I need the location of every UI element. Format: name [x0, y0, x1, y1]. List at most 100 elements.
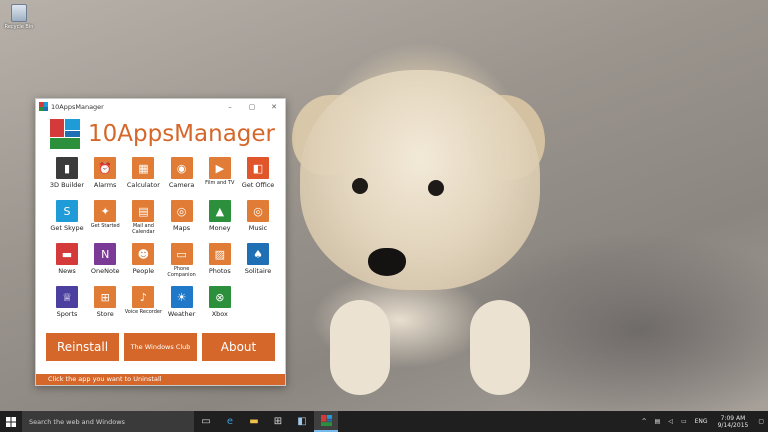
xbox-icon: ⊗: [208, 286, 231, 308]
office-icon: ◧: [247, 157, 269, 179]
trophy-icon: ♕: [56, 286, 78, 308]
app-tile-weather[interactable]: ☀ Weather: [163, 286, 201, 326]
app-tile-label: Phone Companion: [167, 266, 196, 278]
app-tile-label: Xbox: [211, 310, 228, 318]
microphone-icon: ♪: [132, 286, 155, 308]
alarm-clock-icon: ⏰: [94, 157, 117, 179]
title-bar[interactable]: 10AppsManager – ▢ ✕: [36, 99, 285, 114]
lightbulb-icon: ✦: [94, 200, 117, 222]
status-bar: Click the app you want to Uninstall: [36, 374, 285, 385]
wallpaper-dog-eye: [428, 180, 444, 196]
app-taskbar-icon[interactable]: ◧: [290, 411, 314, 432]
the-windows-club-button[interactable]: The Windows Club: [124, 333, 197, 361]
store-icon[interactable]: ⊞: [266, 411, 290, 432]
chevron-up-icon[interactable]: ^: [642, 418, 647, 425]
reinstall-button[interactable]: Reinstall: [46, 333, 119, 361]
cards-icon: ♠: [247, 243, 269, 265]
clock-date: 9/14/2015: [717, 421, 749, 429]
app-tile-get-started[interactable]: ✦ Get Started: [86, 200, 124, 240]
app-tile-money[interactable]: ▲ Money: [201, 200, 239, 240]
file-explorer-icon[interactable]: ▬: [242, 411, 266, 432]
people-icon: ☻: [132, 243, 155, 265]
app-tile-3d-builder[interactable]: ▮ 3D Builder: [48, 157, 86, 197]
onenote-icon: N: [94, 243, 117, 265]
app-tile-label: Weather: [167, 310, 196, 318]
language-indicator[interactable]: ENG: [695, 418, 708, 425]
phone-icon: ▭: [170, 243, 193, 265]
money-chart-icon: ▲: [208, 200, 231, 222]
app-tile-label: Film and TV: [205, 180, 235, 186]
network-icon[interactable]: ▤: [655, 418, 661, 425]
app-tile-sports[interactable]: ♕ Sports: [48, 286, 86, 326]
volume-icon[interactable]: ◁: [668, 418, 673, 425]
taskbar-search-box[interactable]: Search the web and Windows: [22, 411, 194, 432]
app-tile-xbox[interactable]: ⊗ Xbox: [201, 286, 239, 326]
app-tile-solitaire[interactable]: ♠ Solitaire: [239, 243, 277, 283]
app-tile-alarms[interactable]: ⏰ Alarms: [86, 157, 124, 197]
app-tile-label: Calculator: [126, 181, 160, 189]
app-tile-label: Alarms: [93, 181, 117, 189]
app-tile-people[interactable]: ☻ People: [124, 243, 162, 283]
app-title: 10AppsManager: [88, 121, 275, 147]
skype-icon: S: [56, 200, 78, 222]
app-tile-film-and-tv[interactable]: ▶ Film and TV: [201, 157, 239, 197]
windows-logo-icon: [6, 416, 16, 427]
close-button[interactable]: ✕: [263, 103, 285, 111]
app-tile-label: Money: [209, 224, 231, 232]
app-tile-music[interactable]: ◎ Music: [239, 200, 277, 240]
recycle-bin[interactable]: Recycle Bin: [4, 4, 34, 30]
app-tile-label: Store: [96, 310, 114, 318]
app-tile-store[interactable]: ⊞ Store: [86, 286, 124, 326]
clock[interactable]: 7:09 AM 9/14/2015: [718, 415, 749, 429]
camera-icon: ◉: [170, 157, 193, 179]
maximize-button[interactable]: ▢: [241, 103, 263, 111]
about-button[interactable]: About: [202, 333, 275, 361]
app-tile-onenote[interactable]: N OneNote: [86, 243, 124, 283]
store-bag-icon: ⊞: [94, 286, 117, 308]
recycle-bin-icon: [11, 4, 27, 22]
app-tile-camera[interactable]: ◉ Camera: [163, 157, 201, 197]
cube-icon: ▮: [56, 157, 78, 179]
edge-browser-icon[interactable]: e: [218, 411, 242, 432]
start-button[interactable]: [0, 411, 22, 432]
photos-icon: ▨: [208, 243, 231, 265]
app-window: 10AppsManager – ▢ ✕ 10AppsManager ▮ 3D Bu…: [35, 98, 286, 386]
wallpaper-dog: [300, 70, 540, 290]
app-tile-label: Camera: [168, 181, 195, 189]
app-tile-maps[interactable]: ◎ Maps: [163, 200, 201, 240]
news-icon: ▬: [56, 243, 78, 265]
app-tile-label: 3D Builder: [49, 181, 85, 189]
app-logo-icon: [39, 102, 48, 111]
clock-time: 7:09 AM: [720, 414, 746, 422]
task-view-icon[interactable]: ▭: [194, 411, 218, 432]
minimize-button[interactable]: –: [219, 103, 241, 111]
recycle-bin-label: Recycle Bin: [4, 24, 34, 30]
app-tile-label: Mail and Calendar: [132, 223, 155, 235]
app-tile-news[interactable]: ▬ News: [48, 243, 86, 283]
app-tile-label: Get Skype: [50, 224, 84, 232]
wallpaper-dog-leg: [470, 300, 530, 395]
system-tray: ^ ▤ ◁ ▭ ENG 7:09 AM 9/14/2015 ▢: [638, 411, 768, 432]
app-tile-get-skype[interactable]: S Get Skype: [48, 200, 86, 240]
app-tile-photos[interactable]: ▨ Photos: [201, 243, 239, 283]
app-tile-voice-recorder[interactable]: ♪ Voice Recorder: [124, 286, 162, 326]
app-tile-label: Voice Recorder: [124, 309, 163, 315]
app-tile-calculator[interactable]: ▦ Calculator: [124, 157, 162, 197]
app-tile-label: Maps: [173, 224, 191, 232]
app-tile-label: People: [132, 267, 155, 275]
app-tile-label: Get Started: [90, 223, 120, 229]
app-tile-label: News: [58, 267, 76, 275]
music-disc-icon: ◎: [247, 200, 269, 222]
app-header: 10AppsManager: [36, 114, 285, 154]
wallpaper-dog-leg: [330, 300, 390, 395]
notifications-icon[interactable]: ▢: [758, 418, 764, 425]
wallpaper-dog-nose: [368, 248, 406, 276]
10appsmanager-taskbar-icon[interactable]: [314, 411, 338, 432]
app-tile-get-office[interactable]: ◧ Get Office: [239, 157, 277, 197]
keyboard-icon[interactable]: ▭: [681, 418, 687, 425]
app-tile-phone-companion[interactable]: ▭ Phone Companion: [163, 243, 201, 283]
app-logo-icon: [50, 119, 80, 149]
app-tile-mail-and-calendar[interactable]: ▤ Mail and Calendar: [124, 200, 162, 240]
weather-sun-icon: ☀: [170, 286, 193, 308]
app-tile-label: Solitaire: [244, 267, 272, 275]
